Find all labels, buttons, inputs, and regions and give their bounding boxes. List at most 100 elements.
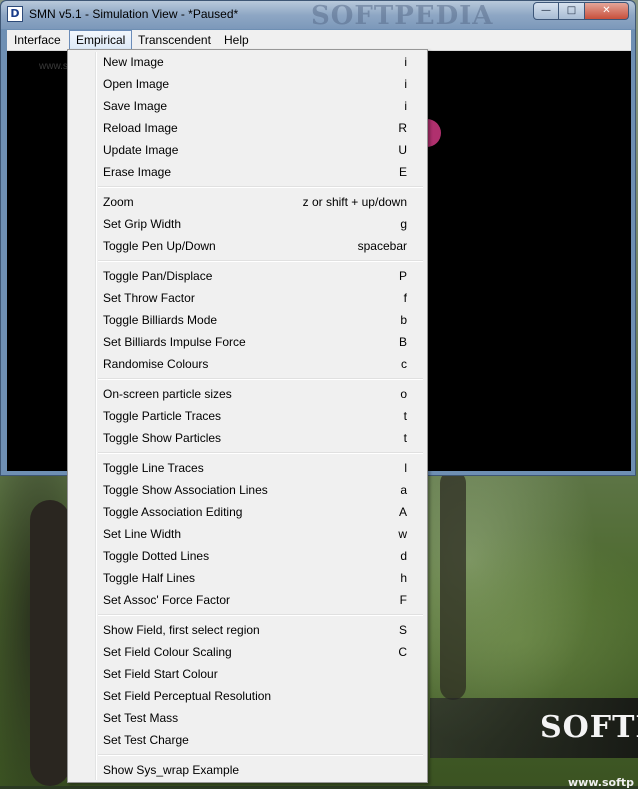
menu-item-label: Toggle Association Editing — [103, 505, 243, 519]
maximize-button[interactable]: □ — [559, 2, 585, 20]
menu-item-shortcut: i — [404, 99, 407, 113]
menu-item-shortcut: w — [398, 527, 407, 541]
menu-item-shortcut: t — [403, 431, 407, 445]
menu-item-zoom[interactable]: Zoom z or shift + up/down — [70, 191, 425, 213]
menu-item-label: Randomise Colours — [103, 357, 209, 371]
menu-item-reload-image[interactable]: Reload Image R — [70, 117, 425, 139]
menu-separator — [98, 378, 423, 380]
menu-item-label: Set Line Width — [103, 527, 182, 541]
menu-item-shortcut: A — [398, 505, 407, 519]
menu-item-on-screen-particle-sizes[interactable]: On-screen particle sizes o — [70, 383, 425, 405]
menu-item-update-image[interactable]: Update Image U — [70, 139, 425, 161]
menu-separator — [98, 614, 423, 616]
menu-help[interactable]: Help — [218, 30, 255, 50]
menu-item-set-field-perceptual-resolution[interactable]: Set Field Perceptual Resolution — [70, 685, 425, 707]
menu-item-set-assoc-force-factor[interactable]: Set Assoc' Force Factor F — [70, 589, 425, 611]
menu-item-label: Toggle Particle Traces — [103, 409, 222, 423]
menu-item-toggle-show-particles[interactable]: Toggle Show Particles t — [70, 427, 425, 449]
menu-separator — [98, 754, 423, 756]
menu-item-new-image[interactable]: New Image i — [70, 51, 425, 73]
menu-item-set-test-charge[interactable]: Set Test Charge — [70, 729, 425, 751]
menu-item-shortcut: d — [400, 549, 407, 563]
menu-item-shortcut: F — [399, 593, 407, 607]
menu-item-toggle-show-association-lines[interactable]: Toggle Show Association Lines a — [70, 479, 425, 501]
menu-item-shortcut: f — [403, 291, 407, 305]
menu-item-label: Set Test Charge — [103, 733, 189, 747]
menu-item-label: Reload Image — [103, 121, 178, 135]
menu-item-shortcut: t — [403, 409, 407, 423]
menu-item-toggle-pan-displace[interactable]: Toggle Pan/Displace P — [70, 265, 425, 287]
menu-item-shortcut: P — [398, 269, 407, 283]
menu-item-shortcut: B — [398, 335, 407, 349]
menu-item-open-image[interactable]: Open Image i — [70, 73, 425, 95]
menu-item-set-field-colour-scaling[interactable]: Set Field Colour Scaling C — [70, 641, 425, 663]
menu-item-shortcut: g — [400, 217, 407, 231]
menu-item-shortcut: E — [398, 165, 407, 179]
title-bar[interactable]: D SMN v5.1 - Simulation View - *Paused* … — [1, 1, 635, 31]
menu-item-label: Toggle Dotted Lines — [103, 549, 210, 563]
menu-item-label: Set Field Perceptual Resolution — [103, 689, 272, 703]
menu-item-label: Toggle Half Lines — [103, 571, 196, 585]
menu-item-shortcut: spacebar — [357, 239, 407, 253]
menu-item-shortcut: S — [398, 623, 407, 637]
menu-item-save-image[interactable]: Save Image i — [70, 95, 425, 117]
menu-item-shortcut: R — [398, 121, 407, 135]
particle — [427, 119, 441, 147]
app-icon[interactable]: D — [7, 6, 23, 22]
menu-item-set-field-start-colour[interactable]: Set Field Start Colour — [70, 663, 425, 685]
menu-item-shortcut: z or shift + up/down — [302, 195, 407, 209]
menu-item-label: On-screen particle sizes — [103, 387, 232, 401]
tree-trunk — [440, 470, 466, 700]
menu-separator — [98, 186, 423, 188]
menu-item-label: Show Sys_wrap Example — [103, 763, 240, 777]
menu-item-label: Toggle Show Particles — [103, 431, 222, 445]
menu-item-show-field-first-select-region[interactable]: Show Field, first select region S — [70, 619, 425, 641]
menu-item-label: Erase Image — [103, 165, 172, 179]
menu-item-shortcut: h — [400, 571, 407, 585]
menu-item-toggle-particle-traces[interactable]: Toggle Particle Traces t — [70, 405, 425, 427]
caption-buttons: — □ ✕ — [533, 2, 629, 20]
menu-item-set-throw-factor[interactable]: Set Throw Factor f — [70, 287, 425, 309]
menu-item-label: Toggle Pen Up/Down — [103, 239, 216, 253]
menu-item-set-line-width[interactable]: Set Line Width w — [70, 523, 425, 545]
menu-item-erase-image[interactable]: Erase Image E — [70, 161, 425, 183]
empirical-menu-dropdown: New Image i Open Image i Save Image i Reload I… — [67, 49, 428, 783]
menu-item-shortcut: l — [404, 461, 407, 475]
wallpaper-url: www.softp — [568, 776, 634, 789]
menu-item-shortcut: o — [400, 387, 407, 401]
menu-item-shortcut: a — [400, 483, 407, 497]
menu-item-label: Show Field, first select region — [103, 623, 260, 637]
menu-item-toggle-association-editing[interactable]: Toggle Association Editing A — [70, 501, 425, 523]
menu-item-label: Zoom — [103, 195, 134, 209]
menu-interface[interactable]: Interface — [8, 30, 67, 50]
minimize-button[interactable]: — — [533, 2, 559, 20]
menu-item-label: Set Field Start Colour — [103, 667, 218, 681]
menu-bar: Interface Empirical Transcendent Help — [7, 30, 631, 51]
menu-item-label: Set Assoc' Force Factor — [103, 593, 231, 607]
menu-item-show-sys-wrap-example[interactable]: Show Sys_wrap Example — [70, 759, 425, 781]
menu-item-set-test-mass[interactable]: Set Test Mass — [70, 707, 425, 729]
menu-item-label: Toggle Show Association Lines — [103, 483, 268, 497]
menu-item-shortcut: C — [398, 645, 407, 659]
menu-empirical[interactable]: Empirical — [69, 30, 133, 50]
menu-transcendent[interactable]: Transcendent — [132, 30, 217, 50]
menu-item-shortcut: c — [401, 357, 407, 371]
menu-item-toggle-half-lines[interactable]: Toggle Half Lines h — [70, 567, 425, 589]
menu-item-shortcut: i — [404, 77, 407, 91]
menu-item-set-billiards-impulse-force[interactable]: Set Billiards Impulse Force B — [70, 331, 425, 353]
menu-item-toggle-dotted-lines[interactable]: Toggle Dotted Lines d — [70, 545, 425, 567]
menu-item-toggle-billiards-mode[interactable]: Toggle Billiards Mode b — [70, 309, 425, 331]
menu-item-toggle-line-traces[interactable]: Toggle Line Traces l — [70, 457, 425, 479]
menu-item-label: Open Image — [103, 77, 170, 91]
close-button[interactable]: ✕ — [585, 2, 629, 20]
menu-item-label: Set Test Mass — [103, 711, 179, 725]
menu-item-label: Set Grip Width — [103, 217, 182, 231]
menu-item-randomise-colours[interactable]: Randomise Colours c — [70, 353, 425, 375]
menu-item-set-grip-width[interactable]: Set Grip Width g — [70, 213, 425, 235]
tree-trunk — [30, 500, 70, 786]
menu-item-label: Set Field Colour Scaling — [103, 645, 232, 659]
menu-item-shortcut: b — [400, 313, 407, 327]
window-title: SMN v5.1 - Simulation View - *Paused* — [29, 7, 239, 21]
menu-item-toggle-pen-up-down[interactable]: Toggle Pen Up/Down spacebar — [70, 235, 425, 257]
watermark: SOFTPEDIA — [311, 1, 494, 31]
